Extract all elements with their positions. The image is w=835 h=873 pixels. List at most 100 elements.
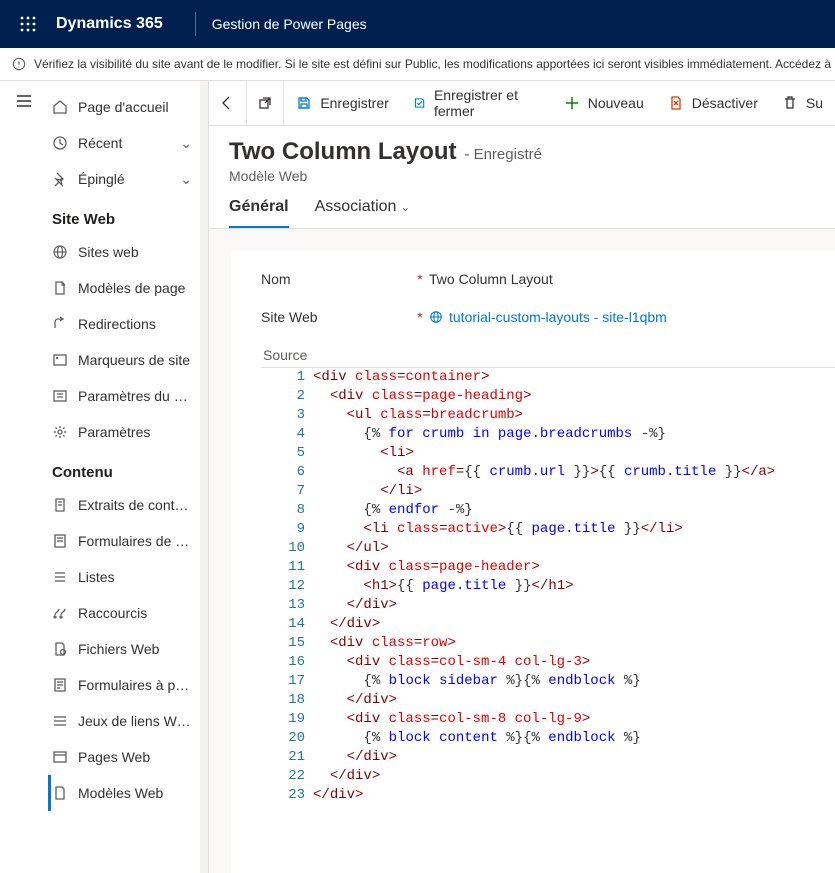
sidebar-item-site-settings[interactable]: Paramètres du site bbox=[48, 378, 200, 414]
sidebar-item-label: Pages Web bbox=[78, 749, 150, 765]
divider bbox=[195, 12, 196, 36]
sidebar-item-shortcuts[interactable]: Raccourcis bbox=[48, 595, 200, 631]
code-line[interactable]: 6 <a href={{ crumb.url }}>{{ crumb.title… bbox=[261, 463, 835, 482]
button-label: Enregistrer bbox=[320, 95, 388, 111]
code-line[interactable]: 15 <div class=row> bbox=[261, 634, 835, 653]
code-line[interactable]: 3 <ul class=breadcrumb> bbox=[261, 406, 835, 425]
button-label: Désactiver bbox=[692, 95, 758, 111]
code-line[interactable]: 18 </div> bbox=[261, 691, 835, 710]
sidebar-item-label: Formulaires à plus... bbox=[78, 677, 192, 693]
command-bar: Enregistrer Enregistrer et fermer Nouvea… bbox=[209, 81, 835, 126]
sidebar-item-label: Modèles de page bbox=[78, 280, 185, 296]
code-line[interactable]: 5 <li> bbox=[261, 444, 835, 463]
brand-label[interactable]: Dynamics 365 bbox=[56, 15, 163, 33]
sidebar-item-lists[interactable]: Listes bbox=[48, 559, 200, 595]
button-label: Nouveau bbox=[588, 95, 644, 111]
chevron-down-icon: ⌄ bbox=[400, 200, 410, 214]
notification-text: Vérifiez la visibilité du site avant de … bbox=[34, 57, 835, 71]
sidebar-item-label: Listes bbox=[78, 569, 115, 585]
sidebar-group-site: Site Web bbox=[48, 197, 200, 234]
sidebar-item-label: Épinglé bbox=[78, 171, 125, 187]
sidebar-item-home[interactable]: Page d'accueil bbox=[48, 89, 200, 125]
sidebar-item-snippets[interactable]: Extraits de contenu bbox=[48, 487, 200, 523]
source-label: Source bbox=[263, 347, 835, 363]
sidebar-item-label: Marqueurs de site bbox=[78, 352, 190, 368]
sidebar-item-web-pages[interactable]: Pages Web bbox=[48, 739, 200, 775]
sidebar-item-recent[interactable]: Récent ⌄ bbox=[48, 125, 200, 161]
sidebar-item-label: Sites web bbox=[78, 244, 139, 260]
code-line[interactable]: 13 </div> bbox=[261, 596, 835, 615]
globe-icon bbox=[429, 310, 443, 324]
required-indicator: * bbox=[411, 271, 429, 287]
chevron-down-icon: ⌄ bbox=[180, 171, 192, 188]
code-line[interactable]: 14 </div> bbox=[261, 615, 835, 634]
delete-button[interactable]: Su bbox=[770, 81, 835, 125]
record-status: - Enregistré bbox=[464, 146, 542, 163]
notification-bar: Vérifiez la visibilité du site avant de … bbox=[0, 48, 835, 81]
tab-association[interactable]: Association⌄ bbox=[315, 198, 411, 228]
deactivate-button[interactable]: Désactiver bbox=[656, 81, 770, 125]
sidebar-item-websites[interactable]: Sites web bbox=[48, 234, 200, 270]
sidebar-item-page-templates[interactable]: Modèles de page bbox=[48, 270, 200, 306]
field-value: Two Column Layout bbox=[429, 271, 553, 287]
sidebar-item-label: Fichiers Web bbox=[78, 641, 159, 657]
record-title: Two Column Layout bbox=[229, 138, 457, 165]
code-line[interactable]: 7 </li> bbox=[261, 482, 835, 501]
sidebar-item-basic-forms[interactable]: Formulaires de ba... bbox=[48, 523, 200, 559]
code-line[interactable]: 12 <h1>{{ page.title }}</h1> bbox=[261, 577, 835, 596]
code-line[interactable]: 16 <div class=col-sm-4 col-lg-3> bbox=[261, 653, 835, 672]
sidebar-item-pinned[interactable]: Épinglé ⌄ bbox=[48, 161, 200, 197]
code-line[interactable]: 21 </div> bbox=[261, 748, 835, 767]
button-label: Su bbox=[806, 95, 823, 111]
sidebar-item-label: Modèles Web bbox=[78, 785, 163, 801]
lookup-value[interactable]: tutorial-custom-layouts - site-l1qbm bbox=[429, 309, 667, 325]
sidebar-item-label: Page d'accueil bbox=[78, 99, 169, 115]
sidebar-collapse[interactable] bbox=[0, 81, 48, 873]
sidebar-item-label: Récent bbox=[78, 135, 122, 151]
sidebar-item-label: Redirections bbox=[78, 316, 156, 332]
sidebar-scrollbar[interactable] bbox=[200, 81, 208, 873]
sidebar-item-web-templates[interactable]: Modèles Web bbox=[48, 775, 200, 811]
global-header: Dynamics 365 Gestion de Power Pages bbox=[0, 0, 835, 48]
required-indicator: * bbox=[411, 309, 429, 325]
sidebar-item-label: Paramètres du site bbox=[78, 388, 192, 404]
code-line[interactable]: 11 <div class=page-header> bbox=[261, 558, 835, 577]
code-line[interactable]: 22 </div> bbox=[261, 767, 835, 786]
code-line[interactable]: 19 <div class=col-sm-8 col-lg-9> bbox=[261, 710, 835, 729]
back-button[interactable] bbox=[209, 81, 247, 125]
sidebar-item-label: Jeux de liens Web bbox=[78, 713, 192, 729]
sidebar-group-content: Contenu bbox=[48, 450, 200, 487]
chevron-down-icon: ⌄ bbox=[180, 135, 192, 152]
tab-general[interactable]: Général bbox=[229, 198, 289, 228]
code-line[interactable]: 1<div class=container> bbox=[261, 368, 835, 387]
source-editor[interactable]: 1<div class=container>2 <div class=page-… bbox=[261, 367, 835, 805]
field-label: Site Web bbox=[261, 309, 411, 325]
sidebar-item-web-files[interactable]: Fichiers Web bbox=[48, 631, 200, 667]
entity-label: Modèle Web bbox=[229, 168, 815, 184]
code-line[interactable]: 2 <div class=page-heading> bbox=[261, 387, 835, 406]
form-tabs: Général Association⌄ bbox=[209, 198, 835, 229]
sidebar-item-site-markers[interactable]: Marqueurs de site bbox=[48, 342, 200, 378]
code-line[interactable]: 17 {% block sidebar %}{% endblock %} bbox=[261, 672, 835, 691]
sidebar-item-link-sets[interactable]: Jeux de liens Web bbox=[48, 703, 200, 739]
code-line[interactable]: 8 {% endfor -%} bbox=[261, 501, 835, 520]
sidebar-item-label: Extraits de contenu bbox=[78, 497, 192, 513]
code-line[interactable]: 4 {% for crumb in page.breadcrumbs -%} bbox=[261, 425, 835, 444]
save-button[interactable]: Enregistrer bbox=[284, 81, 400, 125]
app-launcher-icon[interactable] bbox=[4, 0, 52, 48]
code-line[interactable]: 10 </ul> bbox=[261, 539, 835, 558]
field-name[interactable]: Nom * Two Column Layout bbox=[261, 271, 835, 287]
new-button[interactable]: Nouveau bbox=[552, 81, 656, 125]
code-line[interactable]: 9 <li class=active>{{ page.title }}</li> bbox=[261, 520, 835, 539]
save-close-button[interactable]: Enregistrer et fermer bbox=[401, 81, 552, 125]
open-new-window-button[interactable] bbox=[247, 81, 285, 125]
sidebar-item-label: Raccourcis bbox=[78, 605, 147, 621]
sidebar-item-settings[interactable]: Paramètres bbox=[48, 414, 200, 450]
sidebar-item-advanced-forms[interactable]: Formulaires à plus... bbox=[48, 667, 200, 703]
code-line[interactable]: 23</div> bbox=[261, 786, 835, 805]
sidebar-item-redirects[interactable]: Redirections bbox=[48, 306, 200, 342]
sidebar-item-label: Paramètres bbox=[78, 424, 150, 440]
app-name-label[interactable]: Gestion de Power Pages bbox=[212, 16, 367, 32]
field-website[interactable]: Site Web * tutorial-custom-layouts - sit… bbox=[261, 309, 835, 325]
code-line[interactable]: 20 {% block content %}{% endblock %} bbox=[261, 729, 835, 748]
